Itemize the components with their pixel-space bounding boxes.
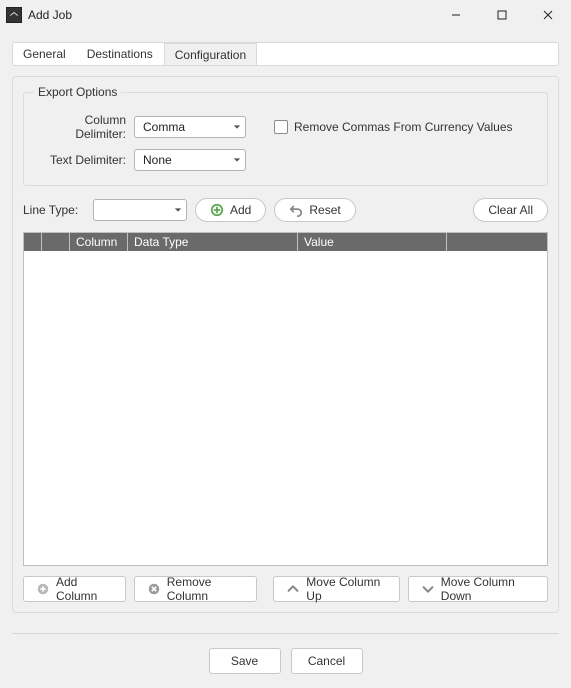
minimize-button[interactable]: [433, 0, 479, 30]
text-delimiter-select[interactable]: None: [134, 149, 246, 171]
remove-column-button[interactable]: Remove Column: [134, 576, 258, 602]
grid-header-row: Column Data Type Value: [24, 233, 547, 251]
grid-header-column: Column: [70, 233, 128, 251]
cancel-button-label: Cancel: [308, 654, 345, 668]
clear-all-button-label: Clear All: [488, 203, 533, 217]
chevron-up-icon: [286, 582, 300, 596]
window-title: Add Job: [28, 8, 433, 22]
remove-commas-label: Remove Commas From Currency Values: [294, 120, 513, 134]
grid-header-blank-2: [447, 233, 547, 251]
grid-header-datatype: Data Type: [128, 233, 298, 251]
move-column-up-button[interactable]: Move Column Up: [273, 576, 400, 602]
configuration-pane: Export Options Column Delimiter: Comma R…: [12, 76, 559, 613]
add-button-label: Add: [230, 203, 251, 217]
add-column-button[interactable]: Add Column: [23, 576, 126, 602]
column-buttons-row: Add Column Remove Column Move Column Up: [23, 576, 548, 602]
text-delimiter-label: Text Delimiter:: [34, 153, 126, 167]
column-delimiter-label: Column Delimiter:: [34, 113, 126, 141]
x-circle-icon: [147, 582, 161, 596]
column-delimiter-value: Comma: [143, 120, 185, 134]
move-column-down-button[interactable]: Move Column Down: [408, 576, 548, 602]
plus-circle-icon: [36, 582, 50, 596]
app-icon: [6, 7, 22, 23]
undo-arrow-icon: [289, 203, 303, 217]
remove-column-label: Remove Column: [167, 575, 245, 603]
plus-circle-icon: [210, 203, 224, 217]
text-delimiter-value: None: [143, 153, 172, 167]
tab-general[interactable]: General: [13, 43, 77, 65]
maximize-button[interactable]: [479, 0, 525, 30]
titlebar: Add Job: [0, 0, 571, 30]
grid-header-value: Value: [298, 233, 447, 251]
add-column-label: Add Column: [56, 575, 113, 603]
tab-destinations[interactable]: Destinations: [77, 43, 164, 65]
reset-button[interactable]: Reset: [274, 198, 355, 222]
move-down-label: Move Column Down: [441, 575, 535, 603]
chevron-down-icon: [233, 153, 241, 167]
remove-commas-checkbox[interactable]: Remove Commas From Currency Values: [274, 120, 513, 134]
clear-all-button[interactable]: Clear All: [473, 198, 548, 222]
line-type-row: Line Type: Add Reset Clear All: [23, 198, 548, 222]
dialog-footer: Save Cancel: [12, 633, 559, 688]
export-options-group: Export Options Column Delimiter: Comma R…: [23, 85, 548, 186]
chevron-down-icon: [421, 582, 435, 596]
chevron-down-icon: [233, 120, 241, 134]
export-options-legend: Export Options: [34, 85, 121, 99]
reset-button-label: Reset: [309, 203, 340, 217]
cancel-button[interactable]: Cancel: [291, 648, 363, 674]
chevron-down-icon: [174, 203, 182, 217]
checkbox-box: [274, 120, 288, 134]
tabstrip: General Destinations Configuration: [12, 42, 559, 66]
close-button[interactable]: [525, 0, 571, 30]
columns-grid[interactable]: Column Data Type Value: [23, 232, 548, 566]
save-button[interactable]: Save: [209, 648, 281, 674]
line-type-select[interactable]: [93, 199, 187, 221]
grid-header-blank-0: [24, 233, 42, 251]
line-type-label: Line Type:: [23, 203, 83, 217]
grid-body: [24, 251, 547, 565]
grid-header-blank-1: [42, 233, 70, 251]
tab-configuration[interactable]: Configuration: [164, 43, 257, 66]
add-button[interactable]: Add: [195, 198, 266, 222]
column-delimiter-select[interactable]: Comma: [134, 116, 246, 138]
move-up-label: Move Column Up: [306, 575, 387, 603]
save-button-label: Save: [231, 654, 258, 668]
